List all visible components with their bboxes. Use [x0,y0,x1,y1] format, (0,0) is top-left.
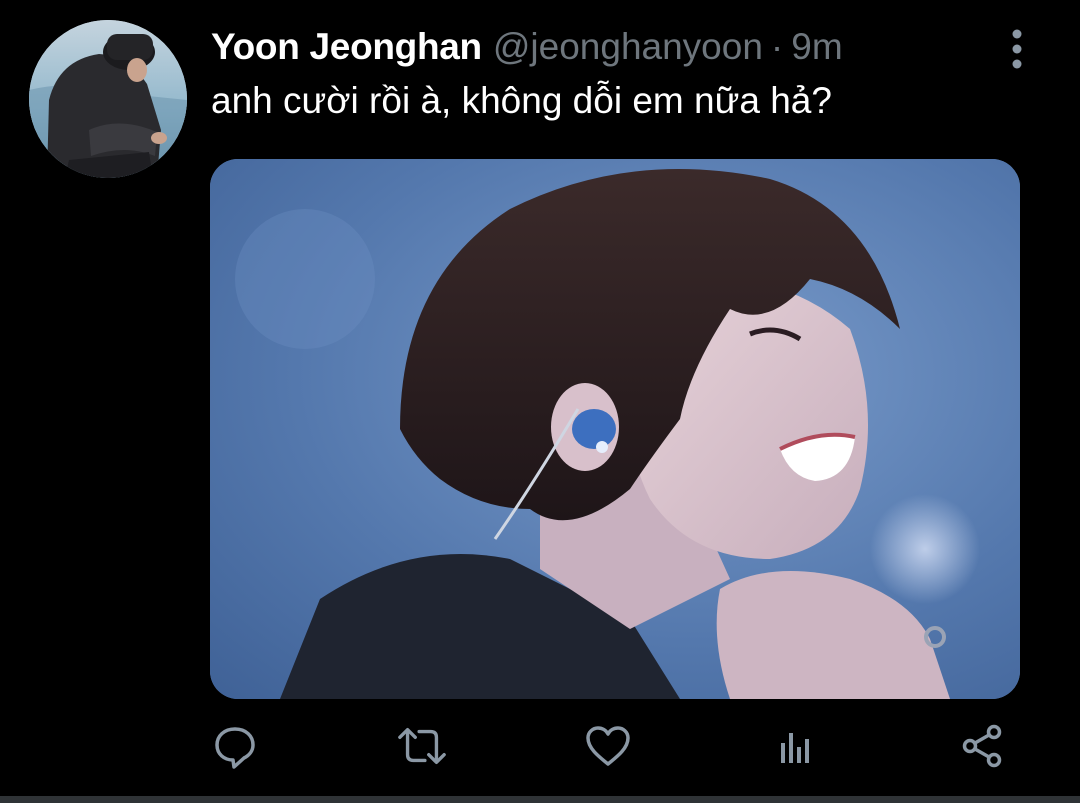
avatar-image [29,20,187,178]
tweet[interactable]: Yoon Jeonghan @jeonghanyoon · 9m anh cườ… [0,0,1080,796]
reply-button[interactable] [209,718,261,774]
more-vertical-icon [1012,29,1022,69]
more-options-button[interactable] [1000,28,1034,70]
timestamp[interactable]: 9m [791,26,842,68]
avatar[interactable] [29,20,187,178]
speech-bubble-icon [215,727,255,769]
display-name[interactable]: Yoon Jeonghan [211,26,482,68]
share-button[interactable] [956,718,1008,774]
tweet-divider [0,796,1080,803]
heart-icon [586,726,630,766]
tweet-media[interactable] [210,159,1020,699]
analytics-button[interactable] [770,718,822,774]
tweet-header: Yoon Jeonghan @jeonghanyoon · 9m [211,26,843,72]
separator-dot: · [770,26,784,67]
share-icon [962,724,1002,768]
user-handle[interactable]: @jeonghanyoon [493,26,763,68]
photo [210,159,1020,699]
retweet-button[interactable] [396,718,448,774]
retweet-icon [398,727,446,765]
like-button[interactable] [582,718,634,774]
tweet-action-bar [0,718,1080,778]
bar-chart-icon [781,733,809,763]
tweet-text: anh cười rồi à, không dỗi em nữa hả? [211,80,832,121]
